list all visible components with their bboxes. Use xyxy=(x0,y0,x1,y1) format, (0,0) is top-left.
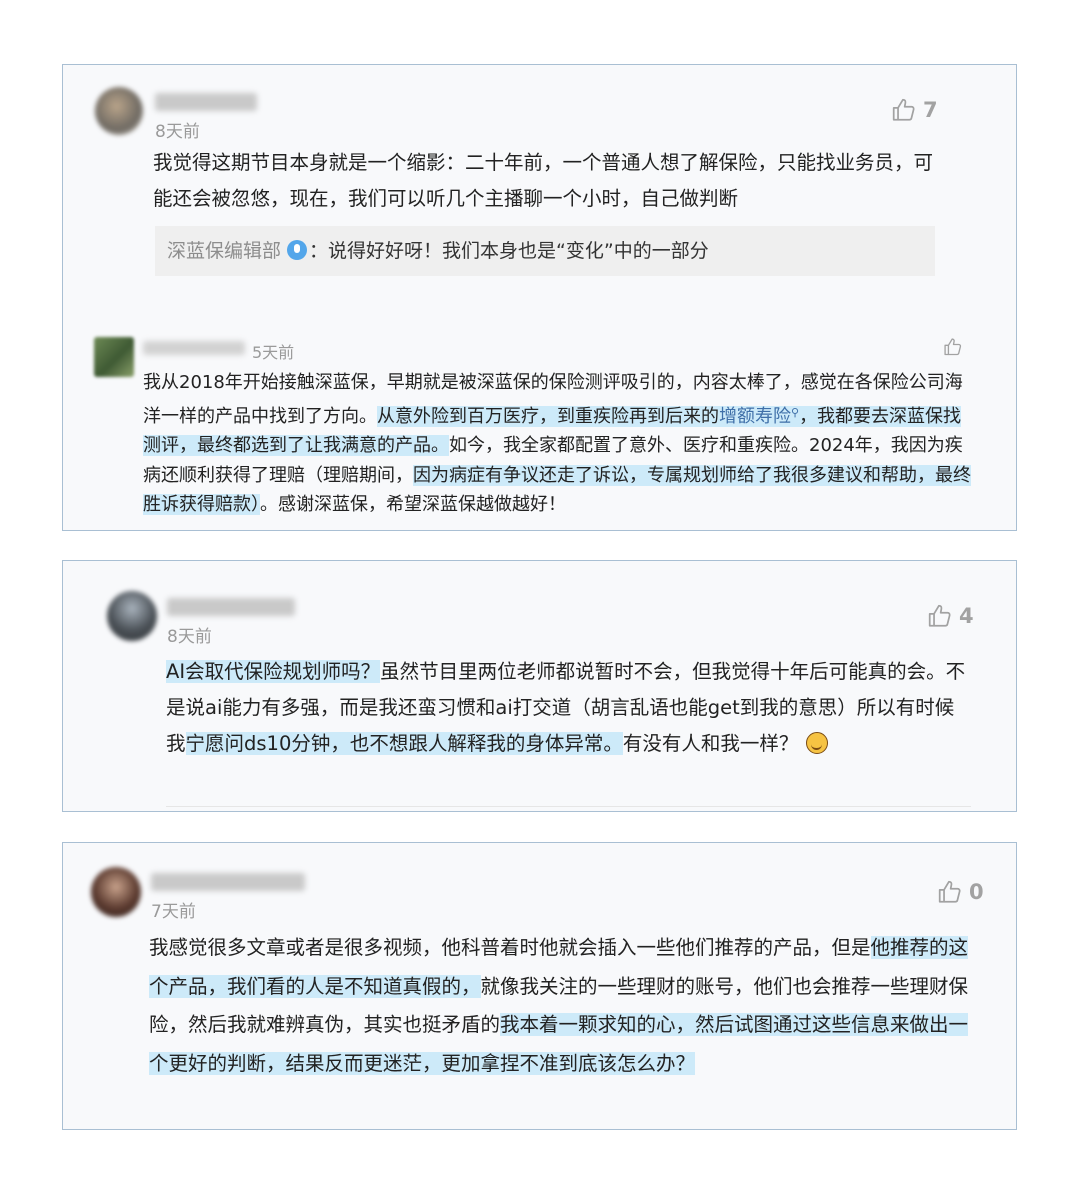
comment-card-1: 8天前 7 我觉得这期节目本身就是一个缩影：二十年前，一个普通人想了解保险，只能… xyxy=(62,64,1017,531)
username-blurred[interactable] xyxy=(151,873,305,891)
comment-time: 8天前 xyxy=(167,627,212,647)
username-blurred[interactable] xyxy=(167,598,295,616)
search-icon: ⚲ xyxy=(791,405,800,419)
comment-time: 5天前 xyxy=(252,343,295,362)
product-link[interactable]: 增额寿险⚲ xyxy=(719,405,800,427)
username-blurred[interactable] xyxy=(155,93,257,111)
comment-text: 我觉得这期节目本身就是一个缩影：二十年前，一个普通人想了解保险，只能找业务员，可… xyxy=(153,151,934,210)
thumbs-up-icon xyxy=(937,879,963,905)
username-blurred[interactable] xyxy=(143,341,245,355)
reply-text: 说得好好呀！我们本身也是“变化”中的一部分 xyxy=(328,240,709,262)
like-button[interactable]: 0 xyxy=(937,879,984,905)
text-segment: 。感谢深蓝保，希望深蓝保越做越好！ xyxy=(260,494,566,515)
avatar[interactable] xyxy=(91,867,141,917)
like-button[interactable] xyxy=(943,337,963,357)
comment-text: AI会取代保险规划师吗？虽然节目里两位老师都说暂时不会，但我觉得十年后可能真的会… xyxy=(166,654,971,762)
comment-text: 我感觉很多文章或者是很多视频，他科普着时他就会插入一些他们推荐的产品，但是他推荐… xyxy=(149,929,979,1083)
thumbs-up-icon xyxy=(891,97,917,123)
comment-time: 7天前 xyxy=(151,902,196,922)
like-count: 4 xyxy=(959,604,974,628)
highlighted-text: AI会取代保险规划师吗？ xyxy=(166,660,381,683)
avatar[interactable] xyxy=(107,591,157,641)
like-count: 0 xyxy=(969,880,984,904)
comment-time: 8天前 xyxy=(155,122,200,142)
text-segment: 有没有人和我一样？ xyxy=(622,732,799,755)
like-count: 7 xyxy=(923,98,938,122)
divider xyxy=(166,806,971,807)
like-button[interactable]: 7 xyxy=(891,97,938,123)
comment-card-3: 7天前 0 我感觉很多文章或者是很多视频，他科普着时他就会插入一些他们推荐的产品… xyxy=(62,842,1017,1130)
comment-text: 我从2018年开始接触深蓝保，早期就是被深蓝保的保险测评吸引的，内容太棒了，感觉… xyxy=(143,368,975,520)
avatar[interactable] xyxy=(94,337,134,377)
highlighted-text: 从意外险到百万医疗，到重疾险再到后来的 xyxy=(377,405,719,427)
thumbs-up-icon xyxy=(927,603,953,629)
laughing-emoji-icon xyxy=(806,732,829,754)
reply-author-name[interactable]: 深蓝保编辑部 xyxy=(167,240,281,262)
text-segment: 我感觉很多文章或者是很多视频，他科普着时他就会插入一些他们推荐的产品，但是 xyxy=(149,936,871,959)
highlighted-text: 宁愿问ds10分钟，也不想跟人解释我的身体异常。 xyxy=(185,732,623,755)
thumbs-up-icon xyxy=(943,337,963,357)
avatar[interactable] xyxy=(95,87,143,135)
like-button[interactable]: 4 xyxy=(927,603,974,629)
microphone-badge-icon xyxy=(287,240,308,260)
author-reply: 深蓝保编辑部 ：说得好好呀！我们本身也是“变化”中的一部分 xyxy=(155,226,935,276)
reply-colon: ： xyxy=(309,240,329,262)
comment-card-2: 8天前 4 AI会取代保险规划师吗？虽然节目里两位老师都说暂时不会，但我觉得十年… xyxy=(62,560,1017,812)
